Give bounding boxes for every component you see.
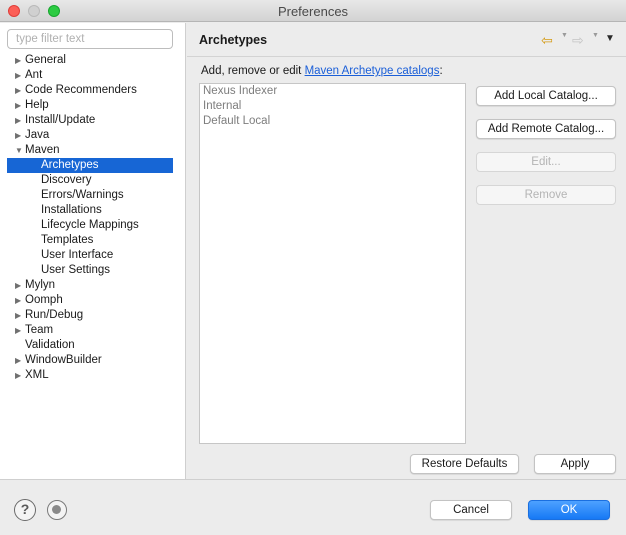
tree-item-label: User Settings — [41, 264, 111, 276]
tree-item-label: Lifecycle Mappings — [41, 219, 139, 231]
collapsed-arrow-icon[interactable]: ▶ — [15, 113, 25, 128]
edit-button[interactable]: Edit... — [476, 152, 616, 172]
tree-item-templates[interactable]: Templates — [7, 233, 173, 248]
tree-item-help[interactable]: ▶ Help — [7, 98, 173, 113]
catalog-item[interactable]: Default Local — [200, 114, 465, 129]
collapsed-arrow-icon[interactable]: ▶ — [15, 293, 25, 308]
collapsed-arrow-icon[interactable]: ▶ — [15, 53, 25, 68]
tree-item-label: Java — [25, 129, 50, 141]
cancel-button[interactable]: Cancel — [430, 500, 512, 520]
tree-item-java[interactable]: ▶ Java — [7, 128, 173, 143]
collapsed-arrow-icon[interactable]: ▶ — [15, 98, 25, 113]
tree-item-label: Templates — [41, 234, 94, 246]
ok-button[interactable]: OK — [528, 500, 610, 520]
tree-item-label: Team — [25, 324, 54, 336]
collapsed-arrow-icon[interactable]: ▶ — [15, 278, 25, 293]
back-history-dropdown-icon[interactable]: ▼ — [561, 32, 568, 39]
tree-item-errors-warnings[interactable]: Errors/Warnings — [7, 188, 173, 203]
tree-item-label: XML — [25, 369, 49, 381]
page-description: Add, remove or edit Maven Archetype cata… — [201, 65, 443, 77]
help-icon[interactable]: ? — [14, 499, 36, 521]
catalog-item[interactable]: Internal — [200, 99, 465, 114]
tree-item-windowbuilder[interactable]: ▶ WindowBuilder — [7, 353, 173, 368]
preference-tree: ▶ General ▶ Ant ▶ Code Recommenders ▶ Help ▶ Inst… — [7, 53, 173, 383]
tree-item-label: Ant — [25, 69, 43, 81]
tree-item-label: Errors/Warnings — [41, 189, 124, 201]
tree-item-lifecycle-mappings[interactable]: Lifecycle Mappings — [7, 218, 173, 233]
forward-history-dropdown-icon[interactable]: ▼ — [592, 32, 599, 39]
collapsed-arrow-icon[interactable]: ▶ — [15, 128, 25, 143]
tree-item-code-recommenders[interactable]: ▶ Code Recommenders — [7, 83, 173, 98]
collapsed-arrow-icon[interactable]: ▶ — [15, 308, 25, 323]
tree-item-label: User Interface — [41, 249, 114, 261]
tree-item-label: Install/Update — [25, 114, 96, 126]
tree-item-installations[interactable]: Installations — [7, 203, 173, 218]
catalog-item[interactable]: Nexus Indexer — [200, 84, 465, 99]
tree-item-label: General — [25, 54, 66, 66]
add-local-catalog-button[interactable]: Add Local Catalog... — [476, 86, 616, 106]
archetype-catalogs-link[interactable]: Maven Archetype catalogs — [305, 65, 440, 77]
collapsed-arrow-icon[interactable]: ▶ — [15, 83, 25, 98]
description-text: Add, remove or edit — [201, 65, 305, 77]
remove-button[interactable]: Remove — [476, 185, 616, 205]
description-suffix: : — [439, 65, 443, 77]
expanded-arrow-icon[interactable]: ▼ — [15, 143, 25, 158]
tree-item-label: Installations — [41, 204, 102, 216]
title-bar: Preferences — [0, 0, 626, 22]
preferences-window: Preferences ▶General▶Ant▶Code Recommende… — [0, 0, 626, 535]
collapsed-arrow-icon[interactable]: ▶ — [15, 68, 25, 83]
tree-item-label: Maven — [25, 144, 60, 156]
tree-item-team[interactable]: ▶ Team — [7, 323, 173, 338]
collapsed-arrow-icon[interactable]: ▶ — [15, 353, 25, 368]
tree-item-label: WindowBuilder — [25, 354, 102, 366]
page-title: Archetypes — [199, 33, 268, 47]
tree-item-label: Help — [25, 99, 49, 111]
tree-item-label: Oomph — [25, 294, 63, 306]
tree-item-user-interface[interactable]: User Interface — [7, 248, 173, 263]
tree-item-validation[interactable]: Validation — [7, 338, 173, 353]
add-remote-catalog-button[interactable]: Add Remote Catalog... — [476, 119, 616, 139]
preference-page: Archetypes ⇦ ▼ ⇨ ▼ ▼ Add, remove or edit… — [187, 23, 626, 479]
tree-item-run-debug[interactable]: ▶ Run/Debug — [7, 308, 173, 323]
page-header: Archetypes ⇦ ▼ ⇨ ▼ ▼ — [187, 23, 626, 57]
dialog-button-bar: ? Cancel OK — [0, 479, 626, 535]
back-arrow-icon[interactable]: ⇦ — [541, 32, 553, 48]
window-title: Preferences — [277, 4, 349, 19]
tree-item-install-update[interactable]: ▶ Install/Update — [7, 113, 173, 128]
collapsed-arrow-icon[interactable]: ▶ — [15, 368, 25, 383]
apply-button[interactable]: Apply — [534, 454, 616, 474]
tree-item-user-settings[interactable]: User Settings — [7, 263, 173, 278]
restore-defaults-button[interactable]: Restore Defaults — [410, 454, 519, 474]
tree-item-label: Mylyn — [25, 279, 56, 291]
filter-input[interactable] — [7, 29, 173, 49]
preference-tree-pane: ▶General▶Ant▶Code Recommenders▶Help▶Inst… — [0, 23, 186, 479]
tree-item-label: Discovery — [41, 174, 92, 186]
tree-item-label: Code Recommenders — [25, 84, 137, 96]
catalog-list[interactable]: Nexus Indexer Internal Default Local — [199, 83, 466, 444]
view-menu-icon[interactable]: ▼ — [605, 33, 615, 44]
collapsed-arrow-icon[interactable]: ▶ — [15, 323, 25, 338]
tree-item-maven[interactable]: ▼ Maven — [7, 143, 173, 158]
tree-item-label: Run/Debug — [25, 309, 84, 321]
tree-item-label: Archetypes — [41, 159, 99, 171]
import-export-icon[interactable] — [47, 500, 67, 520]
tree-item-discovery[interactable]: Discovery — [7, 173, 173, 188]
tree-item-oomph[interactable]: ▶ Oomph — [7, 293, 173, 308]
tree-item-xml[interactable]: ▶ XML — [7, 368, 173, 383]
tree-item-archetypes[interactable]: Archetypes — [7, 158, 173, 173]
tree-item-mylyn[interactable]: ▶ Mylyn — [7, 278, 173, 293]
tree-item-label: Validation — [25, 339, 75, 351]
tree-item-general[interactable]: ▶ General — [7, 53, 173, 68]
tree-item-ant[interactable]: ▶ Ant — [7, 68, 173, 83]
forward-arrow-icon[interactable]: ⇨ — [572, 32, 584, 48]
